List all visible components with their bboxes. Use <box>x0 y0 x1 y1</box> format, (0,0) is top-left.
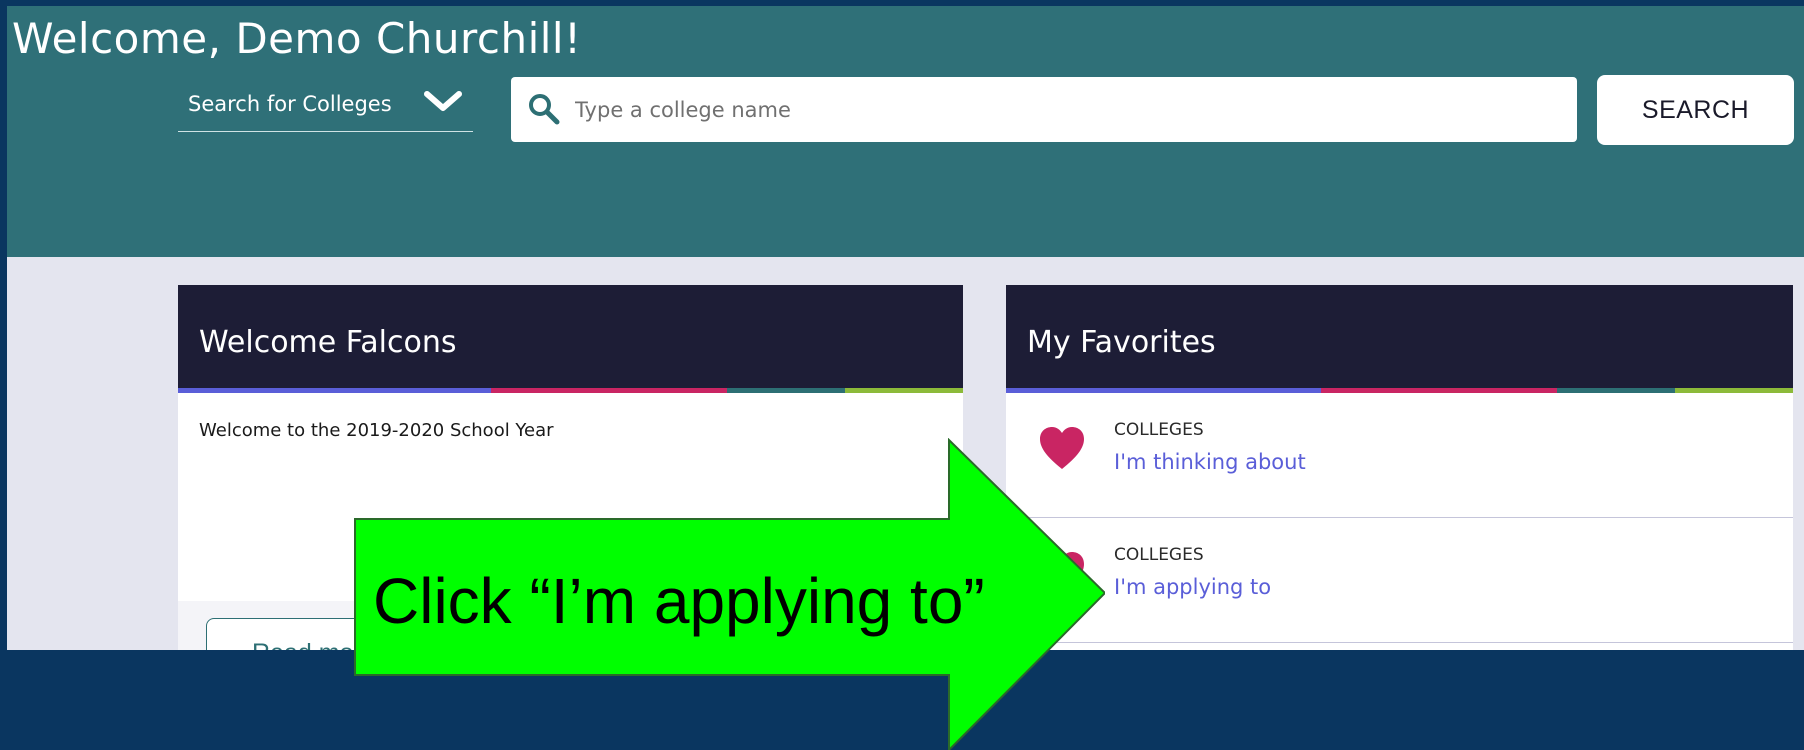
favorite-category: COLLEGES <box>1114 420 1204 440</box>
favorites-card-header: My Favorites <box>1006 285 1793 388</box>
favorites-card: My Favorites COLLEGES I'm thinking about… <box>1006 285 1793 650</box>
chevron-down-icon <box>424 91 462 111</box>
welcome-card-header: Welcome Falcons <box>178 285 963 388</box>
favorite-category: COLLEGES <box>1114 545 1204 565</box>
applying-to-link[interactable]: I'm applying to <box>1114 575 1271 599</box>
welcome-heading: Welcome, Demo Churchill! <box>12 14 582 63</box>
search-icon <box>529 94 560 125</box>
favorite-item-thinking-about[interactable]: COLLEGES I'm thinking about <box>1006 393 1793 518</box>
favorite-item-applying-to[interactable]: COLLEGES I'm applying to <box>1006 518 1793 643</box>
favorites-card-title: My Favorites <box>1027 325 1216 360</box>
callout-instruction-text: Click “I’m applying to” <box>373 565 985 637</box>
college-search-input[interactable] <box>573 87 1557 133</box>
welcome-card-title: Welcome Falcons <box>199 325 457 360</box>
top-banner: Welcome, Demo Churchill! Search for Coll… <box>7 6 1804 257</box>
color-stripe <box>178 388 963 393</box>
thinking-about-link[interactable]: I'm thinking about <box>1114 450 1306 474</box>
search-type-label: Search for Colleges <box>188 92 392 116</box>
search-type-dropdown[interactable]: Search for Colleges <box>178 76 473 132</box>
search-box <box>511 77 1577 142</box>
search-button[interactable]: SEARCH <box>1597 75 1794 145</box>
